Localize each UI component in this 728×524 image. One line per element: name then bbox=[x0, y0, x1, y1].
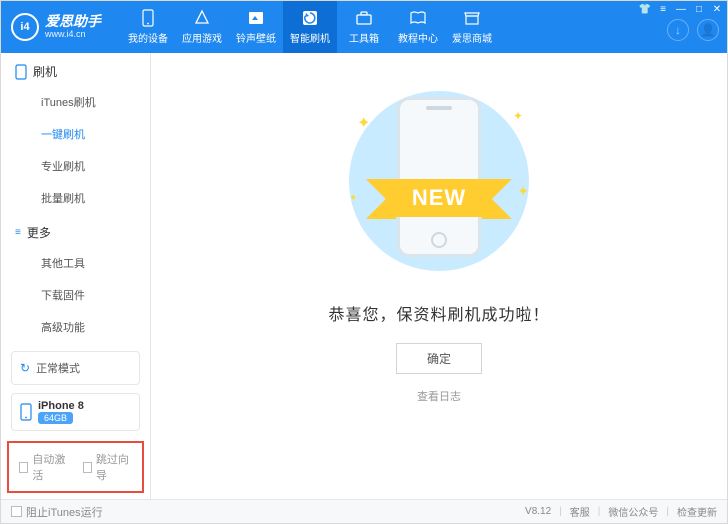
top-nav: 我的设备 应用游戏 铃声壁纸 智能刷机 工具箱 教程中心 bbox=[121, 1, 499, 53]
device-name: iPhone 8 bbox=[38, 400, 84, 412]
app-logo: i4 爱思助手 www.i4.cn bbox=[1, 13, 111, 41]
nav-label: 铃声壁纸 bbox=[236, 30, 276, 45]
sidebar-item-advanced[interactable]: 高级功能 bbox=[1, 311, 150, 343]
nav-ringtones[interactable]: 铃声壁纸 bbox=[229, 1, 283, 53]
new-ribbon: NEW bbox=[392, 179, 486, 217]
ok-button[interactable]: 确定 bbox=[396, 343, 482, 374]
nav-my-device[interactable]: 我的设备 bbox=[121, 1, 175, 53]
maximize-icon[interactable]: □ bbox=[693, 3, 705, 15]
refresh-icon: ↻ bbox=[20, 361, 30, 375]
sparkle-icon: ✦ bbox=[517, 183, 529, 200]
store-icon bbox=[463, 9, 481, 27]
flash-options-highlight: 自动激活 跳过向导 bbox=[7, 441, 144, 493]
sidebar-item-batch-flash[interactable]: 批量刷机 bbox=[1, 182, 150, 214]
user-icon[interactable]: 👤 bbox=[697, 19, 719, 41]
toolbox-icon bbox=[355, 9, 373, 27]
nav-label: 应用游戏 bbox=[182, 30, 222, 45]
download-icon[interactable]: ↓ bbox=[667, 19, 689, 41]
phone-icon bbox=[142, 9, 154, 27]
flash-icon bbox=[301, 9, 319, 27]
brand-name: 爱思助手 bbox=[45, 14, 101, 29]
sidebar-section-flash: 刷机 bbox=[1, 53, 150, 86]
nav-label: 智能刷机 bbox=[290, 30, 330, 45]
sidebar-item-pro-flash[interactable]: 专业刷机 bbox=[1, 150, 150, 182]
checkbox-auto-activate[interactable]: 自动激活 bbox=[19, 451, 69, 483]
sparkle-icon: ✦ bbox=[357, 113, 370, 133]
status-bar: 阻止iTunes运行 V8.12 | 客服 | 微信公众号 | 检查更新 bbox=[1, 499, 727, 523]
sidebar: 刷机 iTunes刷机 一键刷机 专业刷机 批量刷机 ≡ 更多 其他工具 下载固… bbox=[1, 53, 151, 499]
minimize-icon[interactable]: — bbox=[675, 3, 687, 15]
nav-label: 工具箱 bbox=[349, 30, 379, 45]
check-update-link[interactable]: 检查更新 bbox=[677, 504, 717, 519]
skin-icon[interactable]: 👕 bbox=[639, 3, 651, 15]
view-log-link[interactable]: 查看日志 bbox=[417, 388, 461, 404]
wechat-link[interactable]: 微信公众号 bbox=[608, 504, 658, 519]
menu-icon[interactable]: ≡ bbox=[657, 3, 669, 15]
nav-label: 爱思商城 bbox=[452, 30, 492, 45]
nav-apps[interactable]: 应用游戏 bbox=[175, 1, 229, 53]
version-label: V8.12 bbox=[525, 506, 551, 517]
sidebar-section-more: ≡ 更多 bbox=[1, 214, 150, 247]
section-title: 更多 bbox=[27, 224, 51, 241]
more-icon: ≡ bbox=[15, 227, 21, 238]
sidebar-item-itunes-flash[interactable]: iTunes刷机 bbox=[1, 86, 150, 118]
nav-toolbox[interactable]: 工具箱 bbox=[337, 1, 391, 53]
nav-store[interactable]: 爱思商城 bbox=[445, 1, 499, 53]
device-phone-icon bbox=[20, 403, 32, 421]
device-storage-badge: 64GB bbox=[38, 412, 73, 424]
brand-url: www.i4.cn bbox=[45, 30, 101, 40]
nav-label: 教程中心 bbox=[398, 30, 438, 45]
checkbox-block-itunes[interactable]: 阻止iTunes运行 bbox=[11, 504, 103, 520]
phone-small-icon bbox=[15, 64, 27, 80]
sparkle-icon: ✦ bbox=[513, 109, 523, 123]
nav-label: 我的设备 bbox=[128, 30, 168, 45]
mode-label: 正常模式 bbox=[36, 360, 80, 376]
device-selector[interactable]: iPhone 8 64GB bbox=[11, 393, 140, 431]
nav-tutorials[interactable]: 教程中心 bbox=[391, 1, 445, 53]
window-controls: 👕 ≡ — □ ✕ bbox=[639, 3, 723, 15]
book-icon bbox=[409, 9, 427, 27]
sidebar-item-other-tools[interactable]: 其他工具 bbox=[1, 247, 150, 279]
support-link[interactable]: 客服 bbox=[570, 504, 590, 519]
success-message: 恭喜您，保资料刷机成功啦！ bbox=[328, 301, 549, 325]
logo-icon: i4 bbox=[11, 13, 39, 41]
success-illustration: ✦ ✦ ✦ ✦ NEW bbox=[309, 83, 569, 283]
apps-icon bbox=[193, 9, 211, 27]
main-content: ✦ ✦ ✦ ✦ NEW 恭喜您，保资料刷机成功啦！ 确定 查看日志 bbox=[151, 53, 727, 499]
app-header: i4 爱思助手 www.i4.cn 我的设备 应用游戏 铃声壁纸 智能刷机 bbox=[1, 1, 727, 53]
wallpaper-icon bbox=[247, 9, 265, 27]
close-icon[interactable]: ✕ bbox=[711, 3, 723, 15]
checkbox-skip-guide[interactable]: 跳过向导 bbox=[83, 451, 133, 483]
sidebar-item-oneclick-flash[interactable]: 一键刷机 bbox=[1, 118, 150, 150]
mode-selector[interactable]: ↻ 正常模式 bbox=[11, 351, 140, 385]
sidebar-item-download-firmware[interactable]: 下载固件 bbox=[1, 279, 150, 311]
sparkle-icon: ✦ bbox=[349, 193, 357, 204]
section-title: 刷机 bbox=[33, 63, 57, 80]
nav-flash[interactable]: 智能刷机 bbox=[283, 1, 337, 53]
